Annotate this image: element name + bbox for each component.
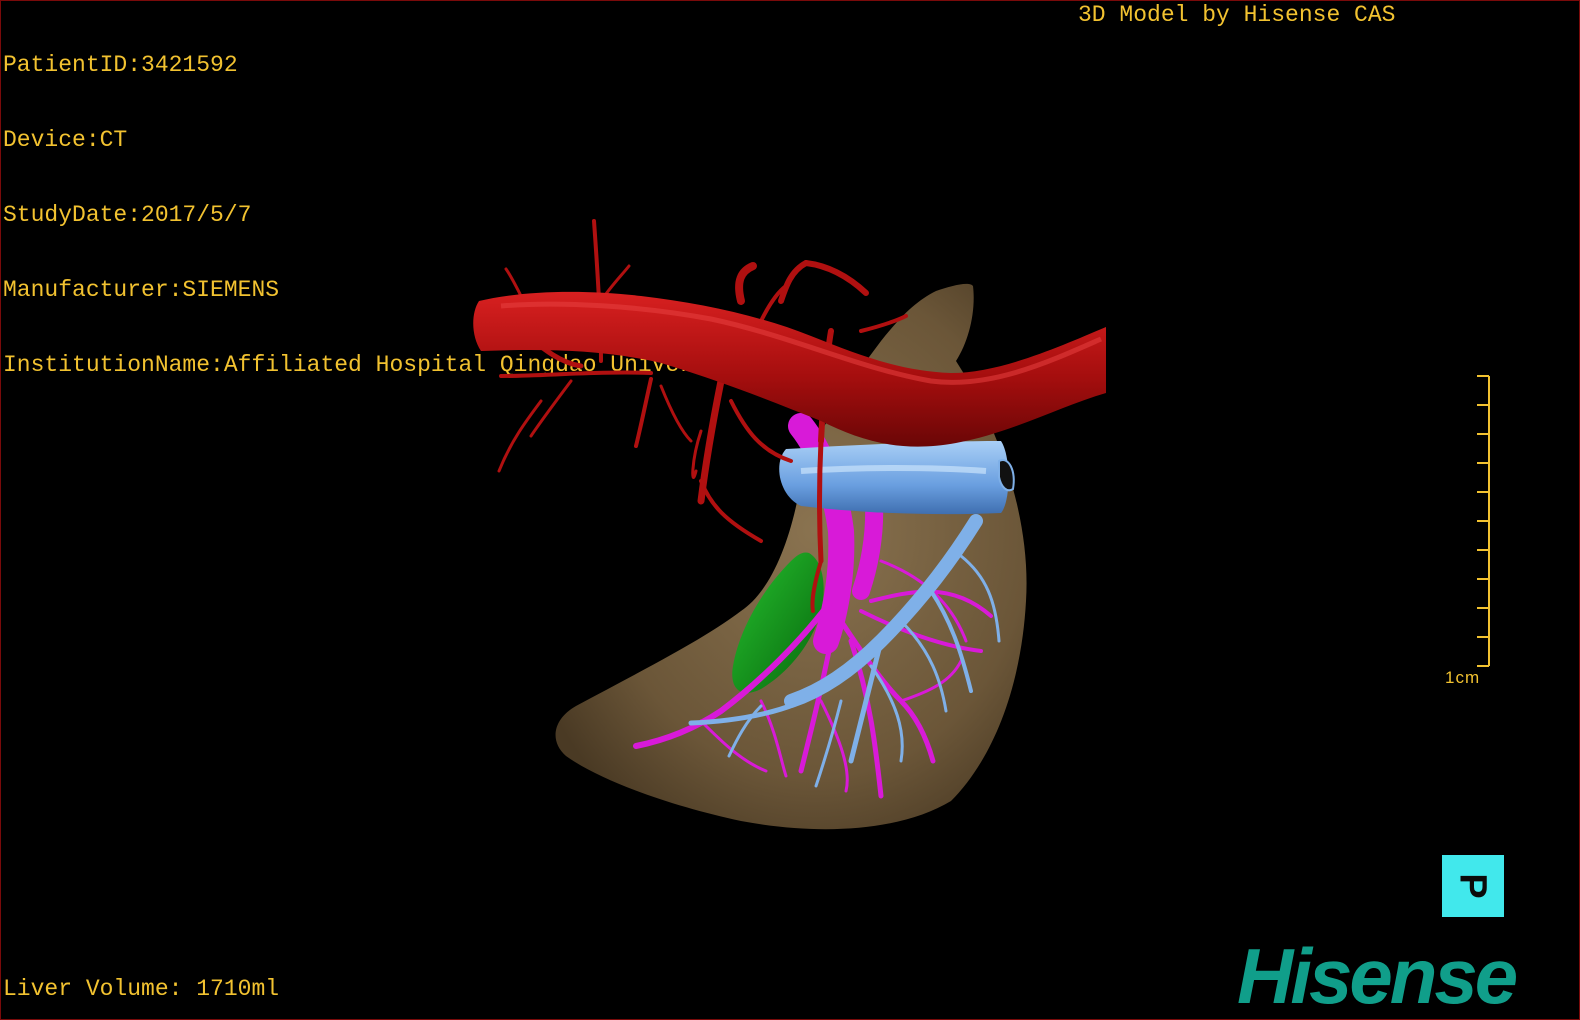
scale-ruler-icon xyxy=(1477,375,1490,667)
model-credit-text: 3D Model by Hisense CAS xyxy=(1078,2,1396,28)
scale-label: 1cm xyxy=(1445,668,1481,687)
orientation-cube-icon[interactable]: P xyxy=(1442,855,1504,917)
patient-id-text: PatientID:3421592 xyxy=(3,52,238,78)
hisense-logo: Hisense xyxy=(1237,932,1518,1020)
liver-3d-model[interactable] xyxy=(441,201,1141,841)
portal-vein-trunk xyxy=(779,441,1009,515)
orientation-label: P xyxy=(1451,873,1494,899)
3d-viewport[interactable]: PatientID:3421592 Device:CT StudyDate:20… xyxy=(0,0,1580,1020)
device-text: Device:CT xyxy=(3,127,128,153)
liver-volume-text: Liver Volume: 1710ml xyxy=(3,976,280,1002)
